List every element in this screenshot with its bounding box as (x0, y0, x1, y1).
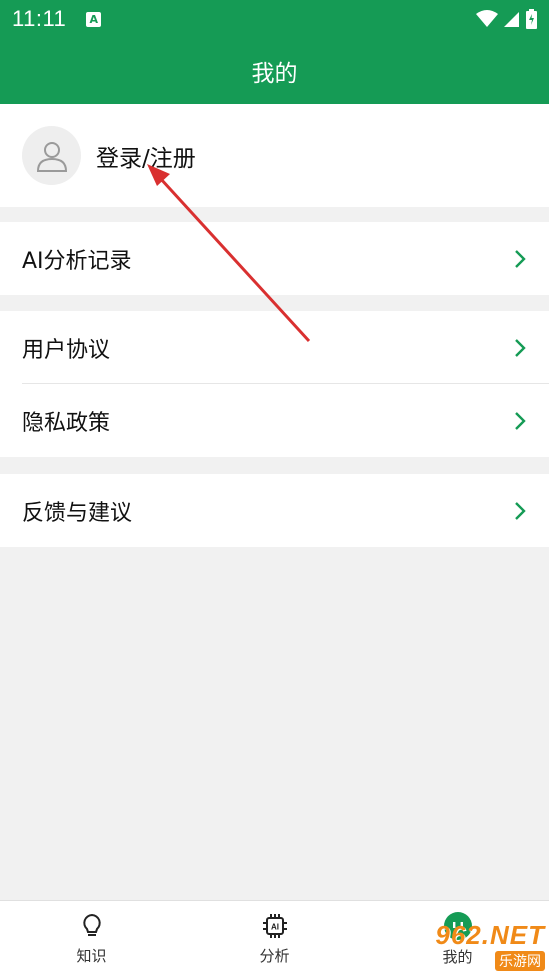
avatar[interactable] (22, 126, 81, 185)
tab-label: 知识 (76, 946, 107, 965)
lightbulb-icon (82, 913, 101, 936)
tab-knowledge[interactable]: 知识 (0, 901, 183, 977)
battery-icon (526, 9, 537, 29)
chevron-right-icon (515, 411, 526, 430)
login-register-row[interactable]: 登录/注册 (0, 104, 549, 207)
menu-group-records: AI分析记录 (0, 222, 549, 295)
wifi-icon (476, 10, 498, 27)
chevron-right-icon (515, 249, 526, 268)
signal-icon (504, 12, 519, 27)
menu-item-privacy-policy[interactable]: 隐私政策 (0, 384, 549, 457)
menu-item-label: 反馈与建议 (22, 500, 133, 526)
menu-group-feedback: 反馈与建议 (0, 474, 549, 547)
menu-item-feedback[interactable]: 反馈与建议 (0, 474, 549, 547)
menu-item-label: 用户协议 (22, 337, 111, 363)
login-register-link[interactable]: 登录/注册 (96, 139, 196, 173)
chevron-right-icon (515, 338, 526, 357)
tab-analysis[interactable]: AI 分析 (183, 901, 366, 977)
notification-icon: A (86, 11, 102, 27)
watermark-brand: 962.NET (435, 919, 545, 950)
watermark-site: 乐游网 (495, 950, 545, 971)
status-icons (476, 9, 537, 29)
watermark-logo: 962.NET 乐游网 (415, 919, 545, 971)
ai-chip-icon: AI (262, 913, 287, 938)
menu-item-label: AI分析记录 (22, 248, 132, 274)
menu-item-label: 隐私政策 (22, 410, 111, 436)
tab-label: 分析 (259, 946, 290, 965)
app-header: 我的 (0, 38, 549, 104)
status-bar: 11:11 A (0, 0, 549, 38)
user-icon (36, 141, 67, 172)
svg-text:AI: AI (271, 922, 279, 931)
page-title: 我的 (251, 61, 298, 87)
menu-group-legal: 用户协议 隐私政策 (0, 311, 549, 457)
menu-item-user-agreement[interactable]: 用户协议 (0, 311, 549, 384)
status-time: 11:11 (12, 6, 67, 31)
chevron-right-icon (515, 501, 526, 520)
menu-item-ai-records[interactable]: AI分析记录 (0, 222, 549, 295)
